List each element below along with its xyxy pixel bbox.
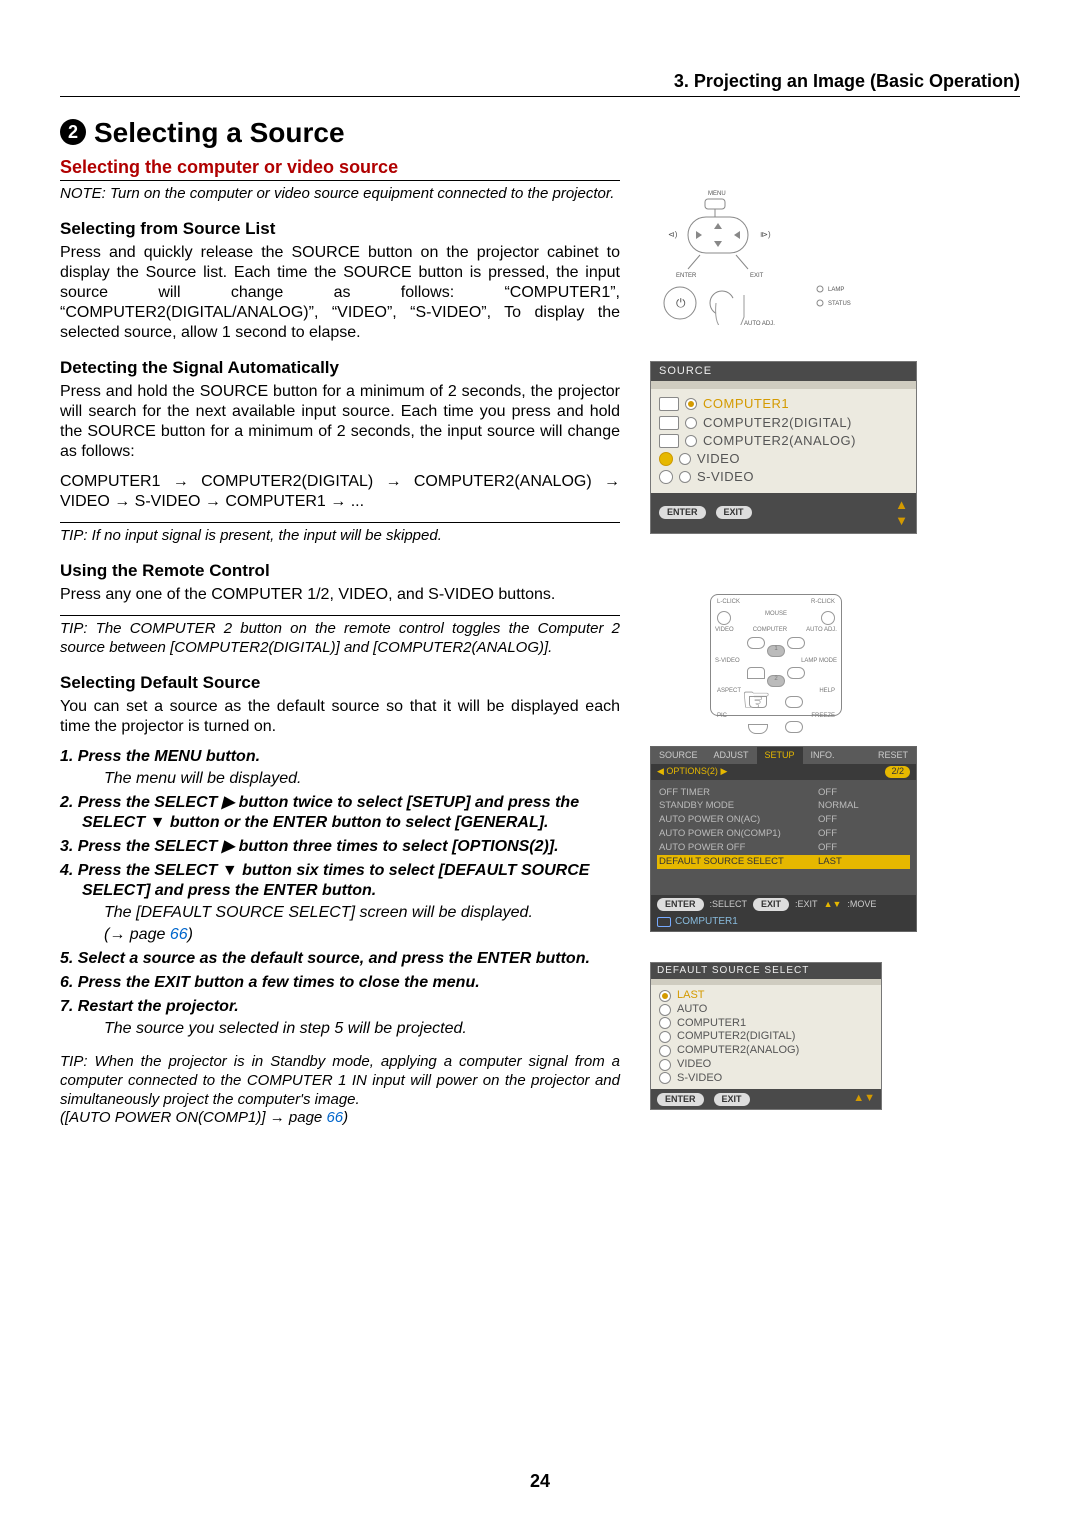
page-number: 24 bbox=[0, 1470, 1080, 1493]
video-icon bbox=[659, 452, 673, 466]
page-title: 2 Selecting a Source bbox=[60, 115, 620, 150]
default-source-osd: DEFAULT SOURCE SELECT LAST AUTO COMPUTER… bbox=[650, 962, 882, 1111]
page-link-66: (→ page 66) bbox=[104, 925, 620, 945]
heading-remote: Using the Remote Control bbox=[60, 560, 620, 581]
divider bbox=[60, 522, 620, 523]
step-5: 5. Select a source as the default source… bbox=[60, 949, 620, 969]
enter-pill: ENTER bbox=[659, 506, 706, 519]
title-text: Selecting a Source bbox=[94, 115, 345, 150]
exit-pill: EXIT bbox=[716, 506, 752, 519]
radio-icon bbox=[659, 990, 671, 1002]
osd-item: S-VIDEO bbox=[659, 468, 908, 486]
heading-detect: Detecting the Signal Automatically bbox=[60, 357, 620, 378]
tip-standby: TIP: When the projector is in Standby mo… bbox=[60, 1053, 620, 1128]
subheading-red: Selecting the computer or video source bbox=[60, 156, 620, 179]
remote-control-figure: L-CLICKR-CLICK MOUSE VIDEOCOMPUTERAUTO A… bbox=[710, 594, 842, 716]
svg-text:⏻: ⏻ bbox=[676, 296, 686, 310]
figure-column: MENU SELECT ⊲) ⧐) ENTER EXIT bbox=[650, 115, 930, 1143]
source-osd: SOURCE COMPUTER1 COMPUTER2(DIGITAL) COMP… bbox=[650, 361, 917, 535]
radio-icon bbox=[685, 417, 697, 429]
heading-source-list: Selecting from Source List bbox=[60, 218, 620, 239]
heading-default: Selecting Default Source bbox=[60, 672, 620, 693]
steps-list: 1. Press the MENU button. The menu will … bbox=[60, 747, 620, 1039]
tip-no-signal: TIP: If no input signal is present, the … bbox=[60, 527, 620, 546]
step-1: 1. Press the MENU button. The menu will … bbox=[60, 747, 620, 789]
osd-item-computer1: COMPUTER1 bbox=[659, 395, 908, 413]
note-text: NOTE: Turn on the computer or video sour… bbox=[60, 185, 620, 204]
updown-icon: ▲▼ bbox=[895, 497, 908, 530]
control-panel-figure: MENU SELECT ⊲) ⧐) ENTER EXIT bbox=[650, 185, 930, 331]
main-column: 2 Selecting a Source Selecting the compu… bbox=[60, 115, 620, 1143]
radio-icon bbox=[659, 1031, 671, 1043]
radio-icon bbox=[659, 1045, 671, 1057]
radio-icon bbox=[659, 1017, 671, 1029]
svg-text:AUTO ADJ.: AUTO ADJ. bbox=[744, 321, 775, 325]
title-number-icon: 2 bbox=[60, 119, 86, 145]
step-6: 6. Press the EXIT button a few times to … bbox=[60, 973, 620, 993]
step-3: 3. Press the SELECT ▶ button three times… bbox=[60, 837, 620, 857]
setup-osd: SOURCE ADJUST SETUP INFO. RESET ◀ OPTION… bbox=[650, 746, 917, 932]
osd-item: VIDEO bbox=[659, 450, 908, 468]
osd-footer: ENTER EXIT ▲▼ bbox=[651, 493, 916, 534]
updown-icon: ▲▼ bbox=[853, 1092, 875, 1106]
osd-item: COMPUTER2(DIGITAL) bbox=[659, 414, 908, 432]
step-4: 4. Press the SELECT ▼ button six times t… bbox=[60, 861, 620, 945]
step-2: 2. Press the SELECT ▶ button twice to se… bbox=[60, 793, 620, 833]
para-remote: Press any one of the COMPUTER 1/2, VIDEO… bbox=[60, 585, 620, 605]
osd-item: COMPUTER2(ANALOG) bbox=[659, 432, 908, 450]
divider bbox=[60, 615, 620, 616]
monitor-icon bbox=[659, 434, 679, 448]
radio-icon bbox=[659, 1059, 671, 1071]
svg-text:⧐): ⧐) bbox=[760, 230, 771, 239]
osd-tabs: SOURCE ADJUST SETUP INFO. RESET bbox=[651, 747, 916, 764]
para-default: You can set a source as the default sour… bbox=[60, 697, 620, 737]
svg-text:STATUS: STATUS bbox=[828, 301, 851, 307]
svg-text:EXIT: EXIT bbox=[750, 273, 764, 279]
para-source-list: Press and quickly release the SOURCE but… bbox=[60, 243, 620, 343]
svideo-icon bbox=[659, 470, 673, 484]
radio-icon bbox=[679, 471, 691, 483]
hand-icon: ☞ bbox=[741, 679, 771, 722]
page-header: 3. Projecting an Image (Basic Operation) bbox=[60, 70, 1020, 97]
divider bbox=[60, 180, 620, 181]
tip-comp2: TIP: The COMPUTER 2 button on the remote… bbox=[60, 620, 620, 658]
monitor-icon bbox=[659, 397, 679, 411]
osd-title: SOURCE bbox=[651, 362, 916, 382]
svg-text:⊲): ⊲) bbox=[668, 230, 678, 239]
svg-text:ENTER: ENTER bbox=[676, 273, 697, 279]
radio-icon bbox=[679, 453, 691, 465]
para-chain: COMPUTER1 → COMPUTER2(DIGITAL) → COMPUTE… bbox=[60, 472, 620, 512]
radio-icon bbox=[659, 1072, 671, 1084]
svg-text:MENU: MENU bbox=[708, 191, 726, 197]
step-7: 7. Restart the projector. The source you… bbox=[60, 997, 620, 1039]
radio-icon bbox=[685, 398, 697, 410]
radio-icon bbox=[685, 435, 697, 447]
para-detect: Press and hold the SOURCE button for a m… bbox=[60, 382, 620, 462]
highlighted-row: DEFAULT SOURCE SELECTLAST bbox=[657, 855, 910, 869]
monitor-icon bbox=[659, 416, 679, 430]
svg-text:LAMP: LAMP bbox=[828, 287, 844, 293]
radio-icon bbox=[659, 1004, 671, 1016]
